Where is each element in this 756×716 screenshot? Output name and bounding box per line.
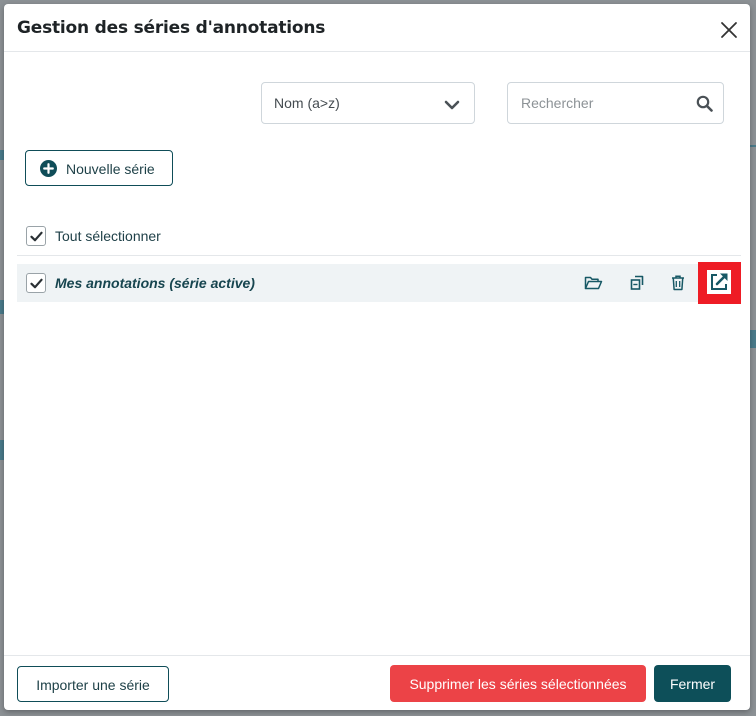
sort-select[interactable]: Nom (a>z) [261,82,475,124]
external-link-icon [707,270,731,294]
background-accent [750,330,756,348]
select-all-checkbox[interactable] [26,226,46,246]
dialog-footer: Importer une série Supprimer les séries … [4,655,750,710]
close-icon[interactable] [720,21,738,39]
search-box [507,82,724,124]
series-row-checkbox[interactable] [26,273,46,293]
import-series-label: Importer une série [36,677,150,693]
new-series-label: Nouvelle série [66,161,155,177]
sort-select-value: Nom (a>z) [274,95,340,111]
close-button-label: Fermer [669,676,716,692]
search-icon[interactable] [696,95,713,112]
background-accent [750,145,756,147]
select-all-label: Tout sélectionner [55,228,161,244]
delete-selected-label: Supprimer les séries sélectionnées [409,676,627,692]
check-icon [30,231,43,242]
series-row-label: Mes annotations (série active) [55,275,255,291]
list-divider [17,255,741,256]
series-management-dialog: Gestion des séries d'annotations Nom (a>… [4,4,750,710]
delete-selected-button[interactable]: Supprimer les séries sélectionnées [390,665,646,702]
import-series-button[interactable]: Importer une série [17,666,169,702]
close-button[interactable]: Fermer [654,665,731,702]
plus-circle-icon [40,160,57,177]
export-series-button[interactable] [698,262,741,304]
dialog-title: Gestion des séries d'annotations [17,18,326,38]
chevron-down-icon [444,97,460,113]
new-series-button[interactable]: Nouvelle série [25,150,173,186]
copy-icon[interactable] [628,274,646,292]
series-row: Mes annotations (série active) [17,262,741,304]
trash-icon[interactable] [670,274,688,292]
search-input[interactable] [509,84,701,122]
check-icon [30,278,43,289]
folder-open-icon[interactable] [584,274,603,292]
dialog-header: Gestion des séries d'annotations [4,4,750,52]
